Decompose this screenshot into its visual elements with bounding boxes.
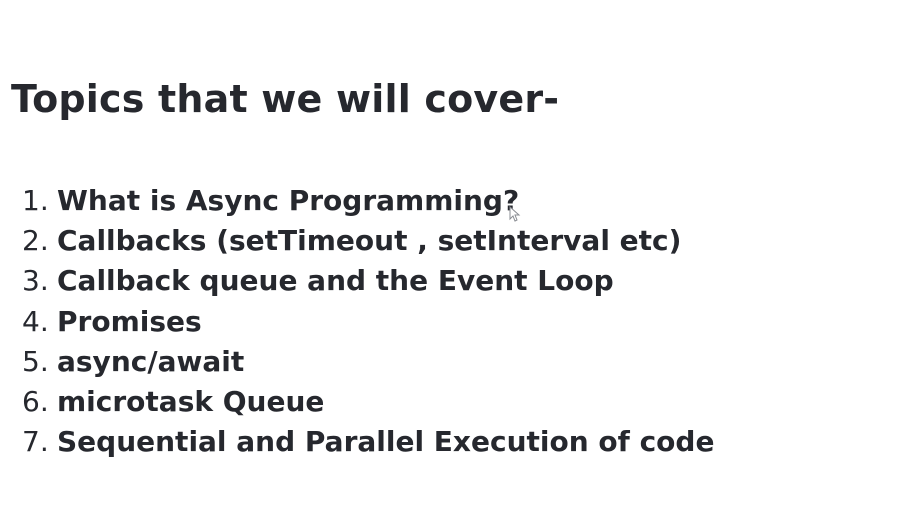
topic-text: Promises	[57, 304, 202, 338]
slide: Topics that we will cover- 1. What is Asy…	[0, 0, 917, 520]
mouse-pointer-icon	[509, 206, 521, 222]
topic-item-5: 5. async/await	[22, 342, 714, 382]
topic-text: What is Async Programming?	[57, 184, 520, 217]
topic-item-6: 6. microtask Queue	[22, 382, 714, 422]
topic-item-2: 2. Callbacks (setTimeout , setInterval et…	[22, 221, 714, 261]
topic-text: async/await	[57, 344, 245, 378]
topic-number: 4.	[22, 304, 49, 338]
topic-number: 1.	[22, 184, 49, 217]
topic-text: Callback queue and the Event Loop	[57, 264, 614, 298]
topic-list: 1. What is Async Programming? 2. Callbacks…	[22, 181, 714, 462]
topic-item-1: 1. What is Async Programming?	[22, 181, 714, 221]
topic-item-3: 3. Callback queue and the Event Loop	[22, 261, 714, 301]
topic-item-7: 7. Sequential and Parallel Execution of c…	[22, 422, 714, 462]
topic-text: Callbacks (setTimeout , setInterval etc)	[57, 224, 682, 258]
topic-text: microtask Queue	[57, 384, 325, 418]
topic-item-4: 4. Promises	[22, 302, 714, 342]
topic-text: Sequential and Parallel Execution of cod…	[57, 425, 715, 459]
topic-number: 2.	[22, 224, 49, 258]
topic-number: 7.	[22, 425, 49, 459]
topic-number: 6.	[22, 384, 49, 418]
topic-number: 5.	[22, 344, 49, 378]
slide-title: Topics that we will cover-	[11, 77, 560, 121]
topic-number: 3.	[22, 264, 49, 298]
